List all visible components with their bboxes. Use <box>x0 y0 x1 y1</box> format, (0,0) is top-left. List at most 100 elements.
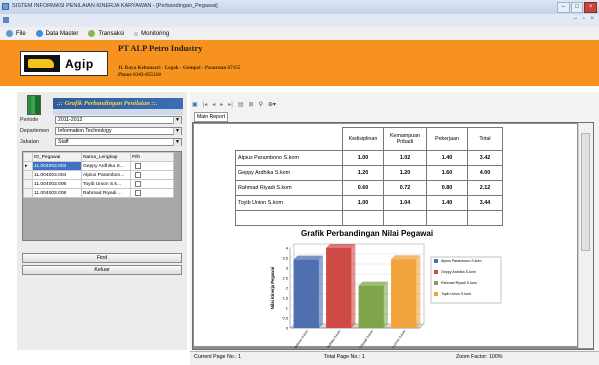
cell-id[interactable]: 11.004003.006 <box>32 179 82 189</box>
menu-file[interactable]: File <box>6 30 26 37</box>
close-icon[interactable]: × <box>584 2 597 13</box>
close-icon[interactable]: ⊠ <box>249 101 254 108</box>
score-table: Kedisiplinan Kemampuan Pribadi Pekerjaan… <box>235 127 503 226</box>
table-row[interactable]: 11.004003.008 Rahmad Riyadi ... <box>23 188 174 198</box>
transaksi-icon <box>88 30 96 37</box>
zoom-status: Zoom Factor: 100% <box>456 354 503 360</box>
status-bar: Current Page No.: 1 Total Page No.: 1 Zo… <box>190 351 599 365</box>
bar-side <box>416 255 421 328</box>
gridline-depth <box>289 313 295 319</box>
export-icon[interactable]: ▣ <box>192 101 198 108</box>
scrollbar-thumb[interactable] <box>581 133 590 251</box>
y-tick-label: 4 <box>286 246 289 251</box>
cell-pilih[interactable] <box>130 188 174 198</box>
checkbox[interactable] <box>135 171 141 178</box>
table-row[interactable]: 11.004003.004 Alpius Parambon... <box>23 170 174 180</box>
tab-main-report[interactable]: Main Report <box>194 112 228 122</box>
mdi-child-icon <box>3 17 9 23</box>
score-cell: 1.00 <box>342 195 384 211</box>
window-title: SISTEM INFORMASI PENILAIAN KINERJA KARYA… <box>12 3 218 9</box>
column-header[interactable]: Pilh <box>130 152 174 162</box>
column-header[interactable]: Nama_Lengkap <box>81 152 131 162</box>
window-title-bar: SISTEM INFORMASI PENILAIAN KINERJA KARYA… <box>0 0 599 15</box>
cell-nama[interactable]: Geppy Ardhika S... <box>81 161 131 171</box>
cell-nama[interactable]: Rahmad Riyadi ... <box>81 188 131 198</box>
jabatan-select[interactable]: Staff ▼ <box>55 138 182 146</box>
search-icon[interactable]: ⚲ <box>259 101 263 108</box>
legend-swatch <box>434 292 438 296</box>
logo-text: Agip <box>65 56 94 71</box>
cell-id[interactable]: 11.004003.003 <box>32 161 82 171</box>
panel-title-underline <box>53 109 183 115</box>
departemen-select[interactable]: Information Technology ▼ <box>55 127 182 135</box>
checkbox[interactable] <box>135 189 141 196</box>
bar <box>326 248 352 328</box>
vertical-scrollbar[interactable] <box>578 123 593 348</box>
prev-page-icon[interactable]: ◂ <box>212 101 215 108</box>
next-page-icon[interactable]: ▸ <box>220 101 223 108</box>
table-row[interactable]: ▸ 11.004003.003 Geppy Ardhika S... <box>23 161 174 171</box>
row-header <box>23 179 33 189</box>
maximize-icon[interactable]: □ <box>570 2 584 13</box>
data-master-icon <box>35 30 43 37</box>
score-cell: 1.20 <box>342 165 384 181</box>
last-page-icon[interactable]: ▸| <box>228 101 233 108</box>
goto-page-icon[interactable]: ▤ <box>238 101 244 108</box>
empty-cell <box>342 210 384 226</box>
cell-id[interactable]: 11.004003.004 <box>32 170 82 180</box>
chevron-down-icon[interactable]: ▼ <box>173 139 181 146</box>
chevron-down-icon[interactable]: ▼ <box>173 128 181 135</box>
chevron-down-icon[interactable]: ▼ <box>173 117 181 124</box>
checkbox[interactable] <box>135 162 141 169</box>
panel-title: .:: Grafik Perbandingan Penilaian ::. <box>53 98 183 109</box>
menu-monitoring[interactable]: Monitoring <box>134 31 169 37</box>
pegawai-grid[interactable]: ID_Pegawai Nama_Lengkap Pilh ▸ 11.004003… <box>22 151 182 241</box>
table-row[interactable]: 11.004003.006 Toyib Union S.k... <box>23 179 174 189</box>
menu-data-master[interactable]: Data Master <box>35 30 79 37</box>
score-cell: 0.72 <box>383 180 427 196</box>
x-tick-label: Alpius Parambono S.kom <box>284 329 309 348</box>
departemen-label: Departemen <box>20 128 50 134</box>
table-row-empty <box>235 210 503 226</box>
menu-transaksi[interactable]: Transaksi <box>88 30 124 37</box>
find-button[interactable]: Find <box>22 253 182 263</box>
cell-pilih[interactable] <box>130 161 174 171</box>
cell-pilih[interactable] <box>130 179 174 189</box>
minimize-icon[interactable]: – <box>556 2 570 13</box>
checkbox[interactable] <box>135 180 141 187</box>
current-page-status: Current Page No.: 1 <box>194 354 242 360</box>
x-tick-label: Geppy Ardhika S.kom <box>320 329 342 348</box>
bar-top <box>358 281 388 286</box>
total-cell: 3.44 <box>467 195 503 211</box>
cell-id[interactable]: 11.004003.008 <box>32 188 82 198</box>
table-row: Geppy Ardhika S.kom 1.20 1.20 1.60 4.00 <box>235 165 503 181</box>
first-page-icon[interactable]: |◂ <box>203 101 208 108</box>
column-header[interactable]: ID_Pegawai <box>32 152 82 162</box>
cell-nama[interactable]: Toyib Union S.k... <box>81 179 131 189</box>
bar-top <box>326 244 356 248</box>
address-line: Jl. Raya Kebonsari - Legok - Gempol - Pa… <box>118 65 241 71</box>
periode-select[interactable]: 2011-2012 ▼ <box>55 116 182 124</box>
table-header-row: ID_Pegawai Nama_Lengkap Pilh <box>23 152 174 162</box>
row-header-corner <box>23 152 33 162</box>
mdi-child-controls[interactable]: – ▫ × <box>574 16 596 22</box>
score-header-row: Kedisiplinan Kemampuan Pribadi Pekerjaan… <box>235 127 503 151</box>
y-axis-label: Nilai Kinerja Pegawai <box>270 267 275 309</box>
periode-label: Periode <box>20 117 39 123</box>
cell-nama[interactable]: Alpius Parambon... <box>81 170 131 180</box>
cell-pilih[interactable] <box>130 170 174 180</box>
zoom-icon[interactable]: ⊕▾ <box>268 101 276 108</box>
bar-top <box>391 255 421 260</box>
keluar-button[interactable]: Keluar <box>22 265 182 275</box>
total-cell: 2.12 <box>467 180 503 196</box>
x-tick-label: Toyib Union S.kom <box>388 329 407 348</box>
company-name: PT ALP Petro Industry <box>118 43 203 53</box>
score-cell: 1.00 <box>342 150 384 166</box>
score-cell: 1.02 <box>383 150 427 166</box>
employee-name: Rahmad Riyadi S.kom <box>235 180 343 196</box>
gridline-depth <box>289 273 295 279</box>
legend-entry: Rahmad Riyadi S.kom <box>441 281 477 285</box>
menu-data-master-label: Data Master <box>45 30 79 37</box>
gridline-depth <box>289 263 295 269</box>
report-toolbar: ▣ |◂ ◂ ▸ ▸| ▤ ⊠ ⚲ ⊕▾ <box>192 99 276 109</box>
